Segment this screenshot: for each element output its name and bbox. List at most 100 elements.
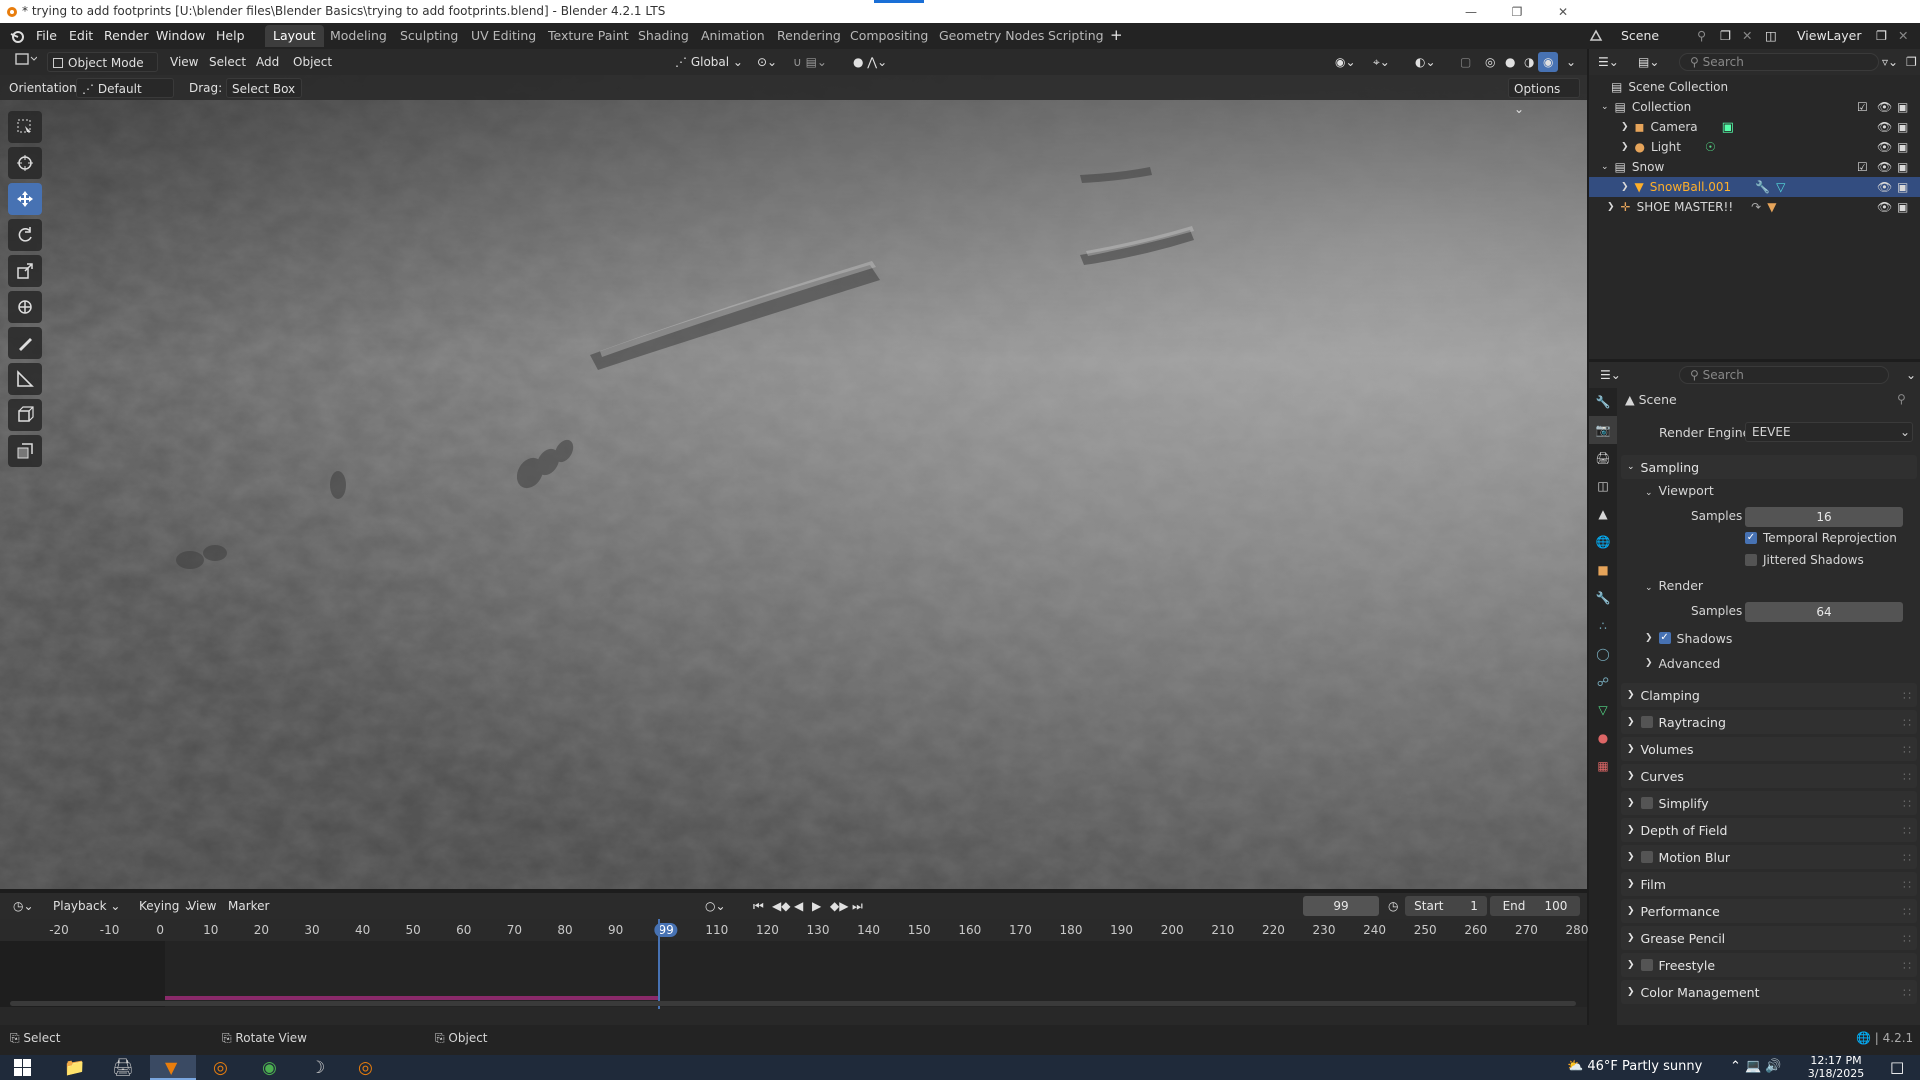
enable-checkbox[interactable]: [1640, 797, 1653, 809]
panel-depth-of-field[interactable]: ❯ Depth of Field ∷: [1621, 818, 1917, 842]
tab-geometry-nodes[interactable]: Geometry Nodes: [931, 25, 1052, 47]
output-tab-icon[interactable]: 🖨: [1589, 444, 1617, 472]
playback-menu[interactable]: Playback ⌄: [48, 896, 125, 916]
light-data-icon[interactable]: ☉: [1705, 140, 1716, 154]
drag-dropdown[interactable]: Select Box: [226, 78, 302, 98]
drag-handle-icon[interactable]: ∷: [1903, 985, 1911, 1000]
add-cube-tool-icon[interactable]: [8, 399, 42, 431]
play-reverse-icon[interactable]: ◀: [789, 896, 808, 916]
view-layer-tab-icon[interactable]: ◫: [1589, 472, 1617, 500]
shading-options-icon[interactable]: ⌄: [1561, 52, 1581, 72]
jittered-shadows-checkbox[interactable]: Jittered Shadows: [1745, 553, 1864, 567]
end-frame-field[interactable]: End 100: [1490, 896, 1580, 916]
panel-freestyle[interactable]: ❯ Freestyle ∷: [1621, 953, 1917, 977]
outliner-editor-icon[interactable]: ☰⌄: [1593, 52, 1624, 72]
transform-tool-icon[interactable]: [8, 291, 42, 323]
camera-render-icon[interactable]: ▣: [1897, 120, 1908, 134]
physics-tab-icon[interactable]: ◯: [1589, 640, 1617, 668]
properties-options-icon[interactable]: ⌄: [1901, 365, 1920, 385]
options-dropdown[interactable]: Options ⌄: [1508, 78, 1580, 116]
tab-rendering[interactable]: Rendering: [769, 25, 849, 47]
camera-render-icon[interactable]: ▣: [1897, 100, 1908, 114]
render-samples-field[interactable]: 64: [1745, 602, 1903, 622]
cursor-tool-icon[interactable]: [8, 147, 42, 179]
drag-handle-icon[interactable]: ∷: [1903, 769, 1911, 784]
eye-icon[interactable]: 👁: [1877, 160, 1892, 174]
delete-view-layer-icon[interactable]: ✕: [1898, 28, 1908, 43]
camera-render-icon[interactable]: ▣: [1897, 160, 1908, 174]
playhead-line[interactable]: [658, 919, 660, 1009]
tab-sculpting[interactable]: Sculpting: [392, 25, 466, 47]
outliner-row-camera[interactable]: ❯ ◼ Camera ▣ 👁 ▣: [1589, 117, 1920, 137]
chevron-right-icon[interactable]: ❯: [1621, 122, 1629, 132]
scene-name[interactable]: Scene: [1621, 28, 1659, 43]
chevron-down-icon[interactable]: ⌄: [1601, 102, 1609, 112]
panel-curves[interactable]: ❯ Curves ∷: [1621, 764, 1917, 788]
menu-help[interactable]: Help: [216, 28, 245, 43]
chevron-right-icon[interactable]: ❯: [1621, 142, 1629, 152]
panel-grease-pencil[interactable]: ❯ Grease Pencil ∷: [1621, 926, 1917, 950]
subpanel-viewport[interactable]: ⌄ Viewport: [1645, 480, 1714, 502]
viewport-samples-field[interactable]: 16: [1745, 507, 1903, 527]
tab-animation[interactable]: Animation: [693, 25, 773, 47]
notifications-icon[interactable]: □: [1890, 1058, 1904, 1076]
world-tab-icon[interactable]: 🌐: [1589, 528, 1617, 556]
checkmark-icon[interactable]: ✓: [1658, 632, 1671, 644]
pin-icon[interactable]: ⚲: [1897, 392, 1906, 406]
maximize-button[interactable]: ❐: [1494, 0, 1540, 23]
blender-taskbar-icon-2[interactable]: ◎: [358, 1058, 373, 1078]
editor-type-icon[interactable]: [10, 52, 42, 72]
viewport-select-menu[interactable]: Select: [204, 52, 251, 72]
annotate-tool-icon[interactable]: [8, 327, 42, 359]
frame-ruler[interactable]: -20 -10 0 10 20 30 40 50 60 70 80 90 99 110 120 130 140 1…: [0, 919, 1588, 941]
wireframe-shading-icon[interactable]: ◎: [1480, 52, 1500, 72]
panel-motion-blur[interactable]: ❯ Motion Blur ∷: [1621, 845, 1917, 869]
app-icon-2[interactable]: ☽: [310, 1058, 325, 1078]
viewport-object-menu[interactable]: Object: [288, 52, 337, 72]
play-icon[interactable]: ▶: [807, 896, 826, 916]
render-engine-dropdown[interactable]: EEVEE ⌄: [1745, 422, 1913, 442]
outliner-search-input[interactable]: ⚲ Search: [1679, 53, 1879, 71]
outliner-row-shoe-master[interactable]: ❯ ✛ SHOE MASTER!! ↷ ▼ 👁 ▣: [1589, 197, 1920, 217]
active-app-button[interactable]: ▼: [150, 1055, 196, 1080]
drag-handle-icon[interactable]: ∷: [1903, 877, 1911, 892]
constraint-icon[interactable]: ↷: [1751, 200, 1761, 214]
timeline-view-menu[interactable]: View: [183, 896, 221, 916]
subpanel-render[interactable]: ⌄ Render: [1645, 575, 1703, 597]
move-tool-icon[interactable]: [8, 183, 42, 215]
marker-menu[interactable]: Marker: [223, 896, 274, 916]
subpanel-advanced[interactable]: ❯ Advanced: [1645, 653, 1720, 673]
menu-edit[interactable]: Edit: [69, 28, 93, 43]
tab-scripting[interactable]: Scripting: [1040, 25, 1112, 47]
new-collection-icon[interactable]: ❐: [1901, 52, 1920, 72]
chevron-right-icon[interactable]: ❯: [1607, 202, 1615, 212]
mesh-data-icon[interactable]: ▼: [1767, 200, 1776, 214]
chevron-down-icon[interactable]: ⌄: [1601, 162, 1609, 172]
select-box-tool-icon[interactable]: [8, 111, 42, 143]
eye-icon[interactable]: 👁: [1877, 140, 1892, 154]
outliner-row-collection[interactable]: ⌄ ▤ Collection ☑ 👁 ▣: [1589, 97, 1920, 117]
particles-tab-icon[interactable]: ∴: [1589, 612, 1617, 640]
weather-widget[interactable]: ⛅ 46°F Partly sunny: [1567, 1059, 1702, 1074]
timeline-scrollbar[interactable]: [10, 1001, 1576, 1006]
panel-simplify[interactable]: ❯ Simplify ∷: [1621, 791, 1917, 815]
clock[interactable]: 12:17 PM 3/18/2025: [1800, 1054, 1872, 1080]
drag-handle-icon[interactable]: ∷: [1903, 742, 1911, 757]
scene-icon[interactable]: [1588, 28, 1604, 44]
close-button[interactable]: ✕: [1540, 0, 1586, 23]
panel-clamping[interactable]: ❯ Clamping ∷: [1621, 683, 1917, 707]
material-shading-icon[interactable]: ◑: [1519, 52, 1539, 72]
drag-handle-icon[interactable]: ∷: [1903, 688, 1911, 703]
panel-color-management[interactable]: ❯ Color Management ∷: [1621, 980, 1917, 1004]
solid-shading-icon[interactable]: ●: [1500, 52, 1520, 72]
pin-scene-icon[interactable]: ⚲: [1697, 28, 1706, 43]
properties-search-input[interactable]: ⚲ Search: [1679, 366, 1889, 384]
drag-handle-icon[interactable]: ∷: [1903, 850, 1911, 865]
outliner-row-snowball[interactable]: ❯ ▼ SnowBall.001 🔧 ▽ 👁 ▣: [1589, 177, 1920, 197]
tab-uv-editing[interactable]: UV Editing: [463, 25, 544, 47]
current-frame-field[interactable]: 99: [1303, 896, 1379, 916]
timeline-editor-icon[interactable]: ◷⌄: [8, 896, 39, 916]
chevron-right-icon[interactable]: ❯: [1621, 182, 1629, 192]
temporal-reprojection-checkbox[interactable]: ✓ Temporal Reprojection: [1745, 531, 1897, 545]
auto-key-icon[interactable]: ○⌄: [700, 896, 731, 916]
